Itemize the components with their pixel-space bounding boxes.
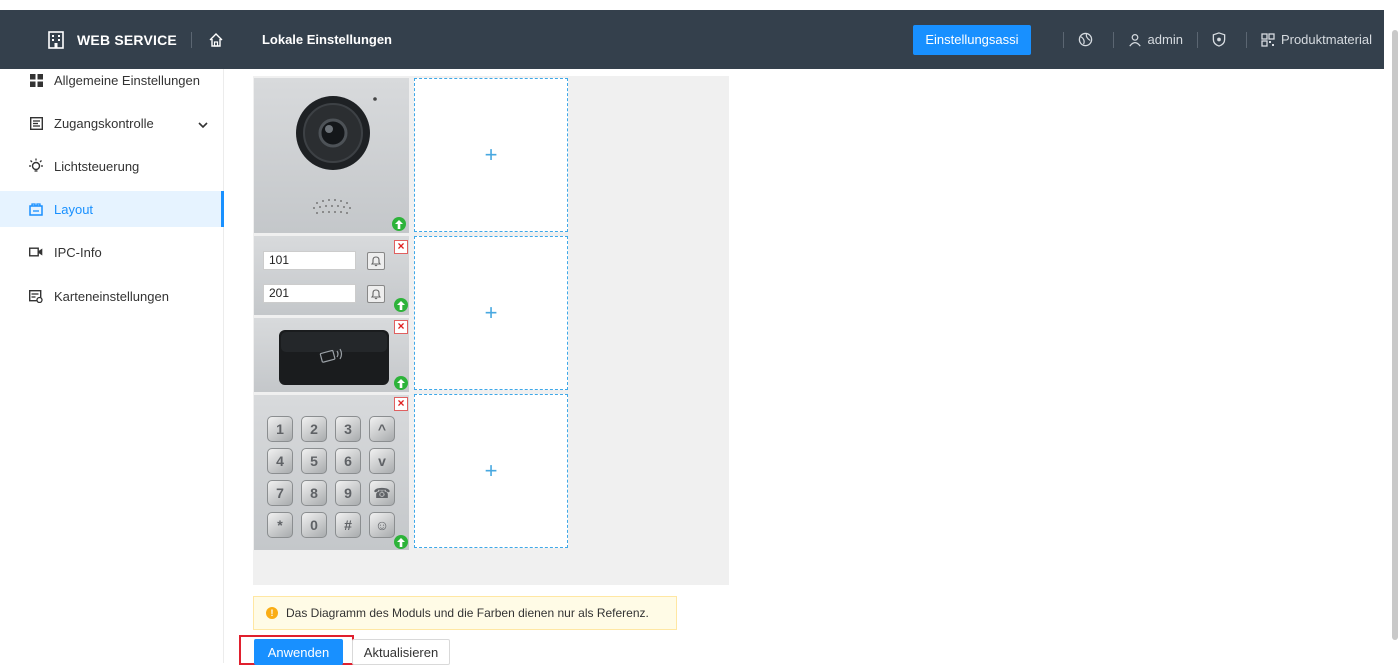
page-scrollbar[interactable] [1392, 30, 1398, 640]
setup-assistant-button[interactable]: Einstellungsassi [913, 24, 1031, 55]
top-bar: WEB SERVICE Lokale Einstellungen Einstel… [0, 0, 1400, 69]
bell-icon [370, 256, 382, 267]
keypad-key: # [335, 512, 361, 538]
header: WEB SERVICE Lokale Einstellungen Einstel… [0, 10, 1384, 69]
divider [1062, 31, 1064, 48]
delete-module-button[interactable]: × [394, 320, 408, 334]
shield-icon [1212, 32, 1226, 47]
move-up-button[interactable] [394, 535, 408, 549]
keypad-key: 5 [301, 448, 327, 474]
bell-button[interactable] [367, 285, 385, 303]
app-title: WEB SERVICE [77, 31, 177, 48]
card-settings-icon [28, 288, 44, 304]
refresh-button[interactable]: Aktualisieren [352, 639, 450, 665]
header-actions: Einstellungsassi admin Produktmaterial [913, 24, 1372, 55]
sidebar-item-access-control[interactable]: Zugangskontrolle [0, 105, 224, 141]
product-material-button[interactable]: Produktmaterial [1261, 32, 1372, 47]
sidebar-item-label: Zugangskontrolle [54, 115, 154, 131]
keypad-key: 1 [267, 416, 293, 442]
apply-button[interactable]: Anwenden [254, 639, 343, 665]
username: admin [1147, 32, 1183, 47]
sidebar-item-label: Layout [54, 201, 94, 217]
user-menu[interactable]: admin [1128, 32, 1183, 47]
move-up-button[interactable] [392, 217, 406, 231]
user-icon [1128, 33, 1141, 47]
room-number-input[interactable]: 201 [263, 284, 356, 303]
product-material-label: Produktmaterial [1280, 32, 1372, 47]
arrow-up-icon [397, 300, 405, 310]
add-icon: + [484, 300, 498, 325]
divider [1196, 31, 1198, 48]
delete-module-button[interactable]: × [394, 240, 408, 254]
sidebar-item-label: Allgemeine Einstellungen [54, 72, 200, 88]
delete-module-button[interactable]: × [394, 397, 408, 411]
language-button[interactable] [1078, 32, 1099, 47]
sidebar-item-layout[interactable]: Layout [0, 191, 224, 227]
divider [1245, 31, 1247, 48]
keypad-key: * [267, 512, 293, 538]
keypad-key: 2 [301, 416, 327, 442]
add-module-slot[interactable]: + [414, 78, 568, 232]
arrow-up-icon [397, 378, 405, 388]
layout-icon [28, 201, 44, 217]
arrow-up-icon [397, 537, 405, 547]
add-icon: + [484, 458, 498, 483]
building-icon [48, 30, 64, 49]
add-module-slot[interactable]: + [414, 236, 568, 390]
keypad-key: 9 [335, 480, 361, 506]
page-title: Lokale Einstellungen [261, 32, 392, 47]
keypad-key: 3 [335, 416, 361, 442]
keypad-key: 6 [335, 448, 361, 474]
warning-icon: ! [266, 607, 278, 619]
add-module-slot[interactable]: + [414, 394, 568, 548]
card-reader-module[interactable] [254, 318, 409, 392]
reference-notice: ! Das Diagramm des Moduls und die Farben… [253, 596, 677, 630]
notice-text: Das Diagramm des Moduls und die Farben d… [286, 606, 649, 620]
sidebar-item-card-settings[interactable]: Karteneinstellungen [0, 278, 224, 314]
qr-icon [1261, 32, 1275, 47]
chevron-down-icon [198, 117, 208, 132]
bell-button[interactable] [367, 252, 385, 270]
keypad-key: 4 [267, 448, 293, 474]
divider [1112, 31, 1114, 48]
move-up-button[interactable] [394, 298, 408, 312]
access-icon [28, 115, 44, 131]
room-button-module[interactable] [254, 236, 409, 315]
keypad-key: 0 [301, 512, 327, 538]
keypad-key: 7 [267, 480, 293, 506]
sidebar-item-ipc-info[interactable]: IPC-Info [0, 234, 224, 270]
keypad-key-contact: ☺ [369, 512, 395, 538]
keypad-key-call: ☎ [369, 480, 395, 506]
arrow-up-icon [395, 219, 403, 229]
sidebar-item-label: IPC-Info [54, 244, 102, 260]
home-icon[interactable] [206, 30, 226, 50]
keypad-key-down: v [369, 448, 395, 474]
move-up-button[interactable] [394, 376, 408, 390]
bulb-icon [28, 158, 44, 174]
camera-module[interactable] [254, 78, 409, 233]
sidebar-item-general[interactable]: Allgemeine Einstellungen [0, 62, 224, 98]
room-number-input[interactable]: 101 [263, 251, 356, 270]
sidebar-item-light-control[interactable]: Lichtsteuerung [0, 148, 224, 184]
card-reader-image [279, 330, 389, 385]
sidebar-item-label: Karteneinstellungen [54, 288, 169, 304]
bell-icon [370, 289, 382, 300]
sidebar: Allgemeine Einstellungen Zugangskontroll… [0, 69, 224, 663]
add-icon: + [484, 142, 498, 167]
grid-icon [28, 72, 44, 88]
globe-icon [1078, 32, 1092, 47]
security-button[interactable] [1212, 32, 1232, 47]
camera-module-image [296, 96, 377, 214]
divider [190, 31, 192, 48]
camera-icon [28, 244, 44, 260]
brand[interactable]: WEB SERVICE [47, 30, 177, 49]
sidebar-item-label: Lichtsteuerung [54, 158, 140, 174]
keypad-key-up: ^ [369, 416, 395, 442]
keypad-key: 8 [301, 480, 327, 506]
